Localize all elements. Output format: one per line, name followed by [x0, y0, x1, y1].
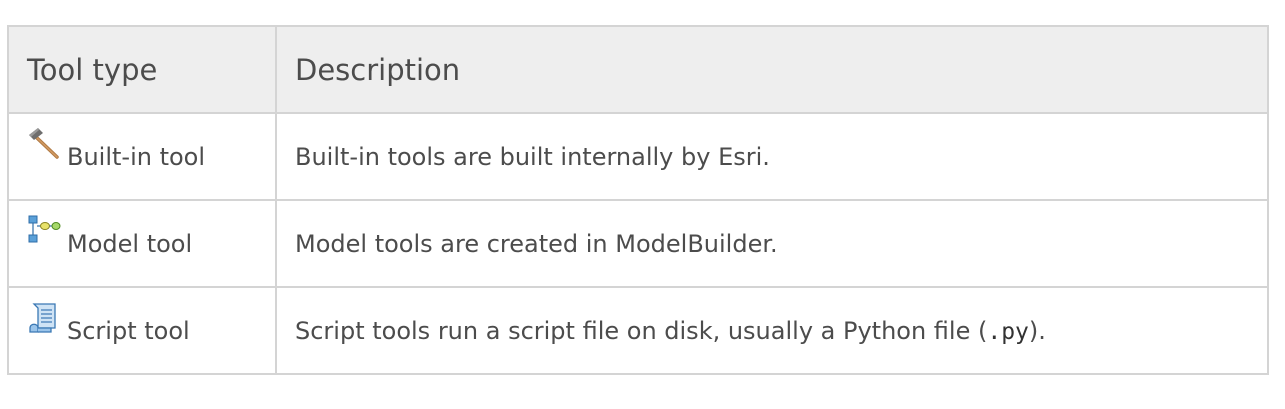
- table-row: Script tool Script tools run a script fi…: [7, 286, 1269, 375]
- tool-type-cell: Model tool: [7, 199, 277, 288]
- table-header: Tool type Description: [7, 25, 1269, 114]
- header-row: Tool type Description: [7, 25, 1269, 114]
- table-body: Built-in tool Built-in tools are built i…: [7, 112, 1269, 375]
- tool-types-table: Tool type Description Built-in tool Buil…: [7, 25, 1269, 375]
- description-cell: Model tools are created in ModelBuilder.: [275, 199, 1269, 288]
- header-tool-type: Tool type: [7, 25, 277, 114]
- tool-type-cell: Built-in tool: [7, 112, 277, 201]
- tool-type-cell: Script tool: [7, 286, 277, 375]
- file-extension-code: .py: [987, 318, 1029, 345]
- table-row: Model tool Model tools are created in Mo…: [7, 199, 1269, 288]
- script-icon: [27, 302, 61, 336]
- description-text-after: ).: [1028, 316, 1046, 345]
- hammer-icon: [27, 128, 61, 162]
- header-description: Description: [275, 25, 1269, 114]
- model-icon: [27, 215, 61, 249]
- table-row: Built-in tool Built-in tools are built i…: [7, 112, 1269, 201]
- description-cell: Script tools run a script file on disk, …: [275, 286, 1269, 375]
- description-cell: Built-in tools are built internally by E…: [275, 112, 1269, 201]
- description-text-before: Script tools run a script file on disk, …: [295, 316, 988, 345]
